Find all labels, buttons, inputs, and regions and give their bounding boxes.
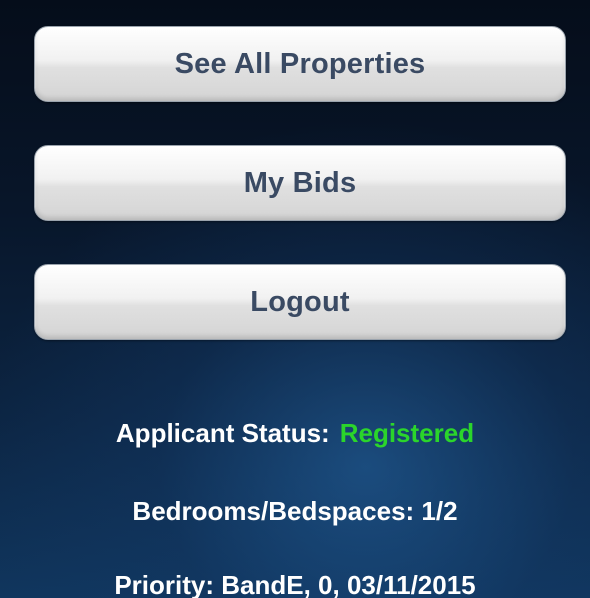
applicant-status: Applicant Status: Registered <box>0 418 590 449</box>
priority-info: Priority: BandE, 0, 03/11/2015 <box>114 570 476 598</box>
applicant-status-label: Applicant Status: <box>115 418 330 448</box>
see-all-properties-button[interactable]: See All Properties <box>34 26 566 102</box>
my-bids-button[interactable]: My Bids <box>34 145 566 221</box>
see-all-properties-label: See All Properties <box>174 47 426 80</box>
logout-label: Logout <box>250 285 350 318</box>
my-bids-label: My Bids <box>243 166 357 199</box>
app-screen: See All Properties My Bids Logout Applic… <box>0 0 590 598</box>
bedrooms-bedspaces: Bedrooms/Bedspaces: 1/2 <box>132 496 458 526</box>
logout-button[interactable]: Logout <box>34 264 566 340</box>
applicant-status-value: Registered <box>339 418 475 448</box>
